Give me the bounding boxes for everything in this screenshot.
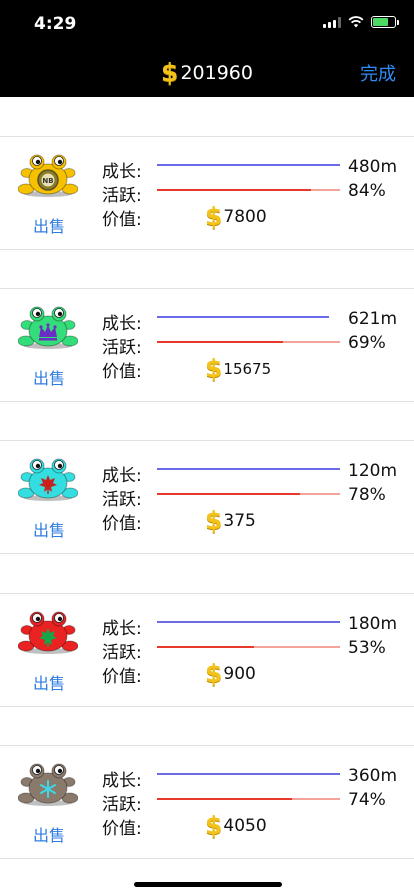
pet-card: 出售 成长: 621m 活跃: 69% 价值: $15675 bbox=[0, 288, 414, 402]
pet-price: $900 bbox=[205, 659, 256, 688]
activity-bar bbox=[157, 798, 340, 800]
pet-card: 出售 成长: 180m 活跃: 53% 价值: $900 bbox=[0, 593, 414, 707]
growth-bar bbox=[157, 773, 340, 775]
activity-value: 78% bbox=[348, 485, 386, 505]
growth-value: 180m bbox=[348, 614, 398, 634]
value-label: 价值: bbox=[102, 210, 142, 230]
activity-bar bbox=[157, 493, 340, 495]
activity-bar bbox=[157, 646, 340, 648]
pet-price-amount: 900 bbox=[223, 664, 256, 684]
frog-avatar: NB bbox=[18, 154, 78, 197]
frog-avatar bbox=[18, 306, 78, 349]
pet-price-amount: 4050 bbox=[223, 816, 267, 836]
activity-value: 69% bbox=[348, 333, 386, 353]
battery-icon bbox=[371, 16, 399, 28]
activity-label: 活跃: bbox=[102, 795, 142, 815]
dollar-icon: $ bbox=[205, 202, 223, 231]
status-icons bbox=[323, 16, 399, 28]
activity-bar bbox=[157, 341, 340, 343]
dollar-icon: $ bbox=[161, 58, 179, 87]
growth-bar bbox=[157, 621, 340, 623]
activity-value: 53% bbox=[348, 638, 386, 658]
done-button[interactable]: 完成 bbox=[360, 60, 396, 86]
growth-label: 成长: bbox=[102, 314, 142, 334]
sell-button[interactable]: 出售 bbox=[33, 670, 65, 694]
growth-label: 成长: bbox=[102, 466, 142, 486]
activity-bar bbox=[157, 189, 340, 191]
pet-price: $15675 bbox=[205, 354, 271, 383]
cellular-signal-icon bbox=[323, 16, 341, 28]
sell-button[interactable]: 出售 bbox=[33, 365, 65, 389]
activity-value: 74% bbox=[348, 790, 386, 810]
frog-avatar bbox=[18, 458, 78, 501]
frog-avatar bbox=[18, 763, 78, 806]
growth-value: 120m bbox=[348, 461, 398, 481]
growth-value: 360m bbox=[348, 766, 398, 786]
value-label: 价值: bbox=[102, 667, 142, 687]
pet-price: $7800 bbox=[205, 202, 267, 231]
wifi-icon bbox=[348, 16, 364, 28]
balance-amount: 201960 bbox=[180, 62, 253, 84]
pet-card: 出售 成长: 360m 活跃: 74% 价值: $4050 bbox=[0, 745, 414, 859]
growth-label: 成长: bbox=[102, 771, 142, 791]
pet-price: $375 bbox=[205, 506, 256, 535]
growth-value: 621m bbox=[348, 309, 398, 329]
growth-label: 成长: bbox=[102, 619, 142, 639]
activity-label: 活跃: bbox=[102, 643, 142, 663]
svg-text:NB: NB bbox=[42, 177, 53, 185]
pet-price-amount: 7800 bbox=[223, 207, 267, 227]
value-label: 价值: bbox=[102, 819, 142, 839]
growth-bar bbox=[157, 164, 340, 166]
balance-display: $201960 bbox=[0, 58, 414, 87]
dollar-icon: $ bbox=[205, 506, 223, 535]
pet-price-amount: 375 bbox=[223, 511, 256, 531]
growth-value: 480m bbox=[348, 157, 398, 177]
sell-button[interactable]: 出售 bbox=[33, 517, 65, 541]
pet-card: NB 出售 成长: 480m 活跃: 84% 价值: $7800 bbox=[0, 136, 414, 250]
home-indicator[interactable] bbox=[134, 882, 282, 887]
dollar-icon: $ bbox=[205, 811, 223, 840]
value-label: 价值: bbox=[102, 514, 142, 534]
activity-value: 84% bbox=[348, 181, 386, 201]
value-label: 价值: bbox=[102, 362, 142, 382]
growth-bar bbox=[157, 316, 340, 318]
pet-price-amount: 15675 bbox=[223, 360, 272, 378]
sell-button[interactable]: 出售 bbox=[33, 822, 65, 846]
nav-bar: $201960 完成 bbox=[0, 44, 414, 97]
pet-card: 出售 成长: 120m 活跃: 78% 价值: $375 bbox=[0, 440, 414, 554]
activity-label: 活跃: bbox=[102, 490, 142, 510]
growth-bar bbox=[157, 468, 340, 470]
status-time: 4:29 bbox=[34, 14, 77, 34]
sell-button[interactable]: 出售 bbox=[33, 213, 65, 237]
growth-label: 成长: bbox=[102, 162, 142, 182]
dollar-icon: $ bbox=[205, 659, 223, 688]
activity-label: 活跃: bbox=[102, 186, 142, 206]
activity-label: 活跃: bbox=[102, 338, 142, 358]
pet-price: $4050 bbox=[205, 811, 267, 840]
dollar-icon: $ bbox=[205, 354, 223, 383]
status-bar: 4:29 bbox=[0, 0, 414, 44]
frog-avatar bbox=[18, 611, 78, 654]
